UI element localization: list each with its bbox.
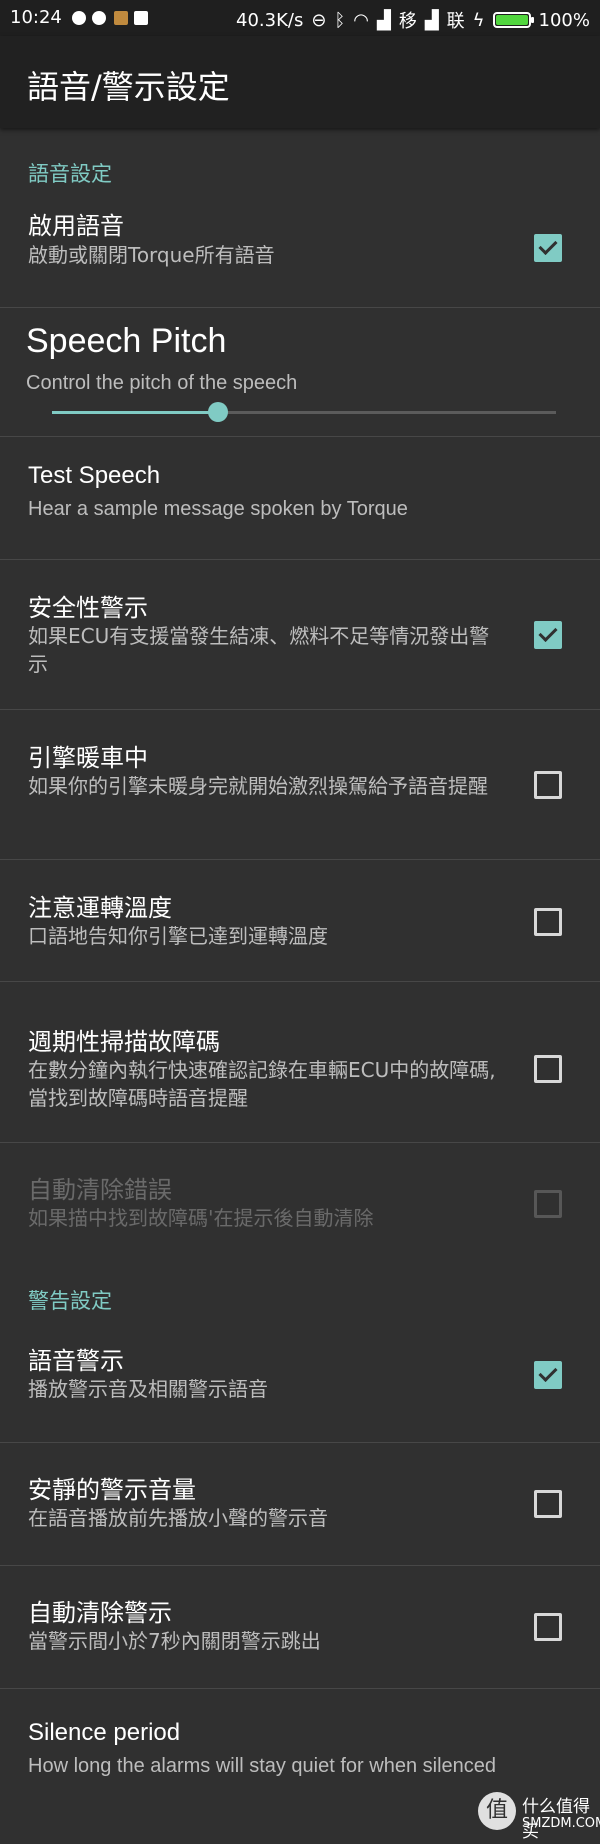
app-toolbar: 語音/警示設定 [0, 36, 600, 128]
section-header-voice: 語音設定 [0, 128, 600, 196]
network-speed: 40.3K/s [236, 9, 304, 31]
pref-title: 啟用語音 [28, 212, 124, 240]
status-right: 40.3K/s ⊖ ᛒ ◠ ▟ 移 ▟ 联 ϟ 100% [236, 7, 590, 33]
enable-voice-checkbox[interactable] [534, 234, 562, 262]
notification-icons [72, 11, 148, 25]
pref-quiet-alarm[interactable]: 安靜的警示音量 在語音播放前先播放小聲的警示音 [0, 1443, 600, 1566]
status-time: 10:24 [10, 7, 62, 28]
quiet-alarm-checkbox[interactable] [534, 1490, 562, 1518]
settings-list: 語音設定 啟用語音 啟動或關閉Torque所有語音 Speech Pitch C… [0, 128, 600, 1829]
status-bar: 10:24 40.3K/s ⊖ ᛒ ◠ ▟ 移 ▟ 联 ϟ 100% [0, 0, 600, 36]
pref-summary: How long the alarms will stay quiet for … [28, 1755, 496, 1777]
pref-summary: 在語音播放前先播放小聲的警示音 [28, 1506, 328, 1530]
signal-icon: ▟ [424, 9, 439, 31]
wifi-icon: ◠ [353, 9, 369, 31]
pref-title: 自動清除警示 [28, 1599, 172, 1627]
pref-summary: Control the pitch of the speech [26, 372, 298, 394]
carrier-1: 移 [398, 11, 417, 32]
pref-summary: 當警示間小於7秒內關閉警示跳出 [28, 1629, 321, 1653]
charging-icon: ϟ [472, 9, 485, 31]
pref-title: 安靜的警示音量 [28, 1476, 196, 1504]
slider-thumb[interactable] [208, 402, 229, 422]
pref-summary: Hear a sample message spoken by Torque [28, 498, 408, 520]
pref-auto-clear-errors: 自動清除錯誤 如果描中找到故障碼'在提示後自動清除 [0, 1143, 600, 1263]
slider-fill [52, 411, 219, 414]
watermark: 值 什么值得买 SMZDM.COM [470, 1784, 600, 1844]
section-header-label: 語音設定 [28, 162, 112, 186]
pref-operating-temp[interactable]: 注意運轉溫度 口語地告知你引擎已達到運轉溫度 [0, 860, 600, 982]
bluetooth-icon: ᛒ [334, 9, 346, 31]
pref-enable-voice[interactable]: 啟用語音 啟動或關閉Torque所有語音 [0, 196, 600, 308]
pref-auto-clear-alarm[interactable]: 自動清除警示 當警示間小於7秒內關閉警示跳出 [0, 1566, 600, 1689]
auto-clear-alarm-checkbox[interactable] [534, 1613, 562, 1641]
pref-voice-alarm[interactable]: 語音警示 播放警示音及相關警示語音 [0, 1327, 600, 1443]
pref-title: 注意運轉溫度 [28, 894, 172, 922]
pref-summary: 如果ECU有支援當發生結凍、燃料不足等情況發出警示 [28, 624, 490, 676]
battery-percent: 100% [538, 9, 590, 31]
battery-icon [492, 12, 534, 28]
section-header-alarm: 警告設定 [0, 1263, 600, 1327]
voice-alarm-checkbox[interactable] [534, 1361, 562, 1389]
pref-title: 引擎暖車中 [28, 744, 148, 772]
pref-periodic-scan[interactable]: 週期性掃描故障碼 在數分鐘內執行快速確認記錄在車輛ECU中的故障碼, 當找到故障… [0, 982, 600, 1143]
pref-summary: 啟動或關閉Torque所有語音 [28, 243, 275, 267]
carrier-2: 联 [446, 11, 465, 32]
periodic-scan-checkbox[interactable] [534, 1055, 562, 1083]
vibrate-icon: ⊖ [311, 9, 327, 31]
watermark-domain: SMZDM.COM [522, 1816, 600, 1831]
pref-title: Speech Pitch [26, 322, 227, 360]
section-header-label: 警告設定 [28, 1289, 112, 1313]
pref-title: 語音警示 [28, 1347, 124, 1375]
pref-title: Silence period [28, 1719, 181, 1746]
pref-engine-warmup[interactable]: 引擎暖車中 如果你的引擎未暖身完就開始激烈操駕給予語音提醒 [0, 710, 600, 860]
speech-pitch-slider[interactable] [52, 402, 556, 422]
pref-test-speech[interactable]: Test Speech Hear a sample message spoken… [0, 437, 600, 560]
pref-safety-alarm[interactable]: 安全性警示 如果ECU有支援當發生結凍、燃料不足等情況發出警示 [0, 560, 600, 710]
page-title: 語音/警示設定 [27, 68, 230, 106]
pref-summary: 如果你的引擎未暖身完就開始激烈操駕給予語音提醒 [28, 774, 488, 798]
pref-title: 自動清除錯誤 [28, 1176, 172, 1204]
operating-temp-checkbox[interactable] [534, 908, 562, 936]
pref-summary: 播放警示音及相關警示語音 [28, 1377, 268, 1401]
engine-warmup-checkbox[interactable] [534, 771, 562, 799]
pref-speech-pitch[interactable]: Speech Pitch Control the pitch of the sp… [0, 308, 600, 437]
pref-title: Test Speech [28, 462, 161, 489]
signal-icon: ▟ [376, 9, 391, 31]
watermark-logo-icon: 值 [478, 1792, 516, 1830]
battery-fill [495, 15, 528, 25]
auto-clear-errors-checkbox [534, 1190, 562, 1218]
pref-summary: 在數分鐘內執行快速確認記錄在車輛ECU中的故障碼, 當找到故障碼時語音提醒 [28, 1058, 496, 1110]
pref-summary: 如果描中找到故障碼'在提示後自動清除 [28, 1206, 374, 1230]
pref-title: 安全性警示 [28, 594, 148, 622]
pref-title: 週期性掃描故障碼 [28, 1028, 220, 1056]
safety-alarm-checkbox[interactable] [534, 621, 562, 649]
pref-summary: 口語地告知你引擎已達到運轉溫度 [28, 924, 328, 948]
